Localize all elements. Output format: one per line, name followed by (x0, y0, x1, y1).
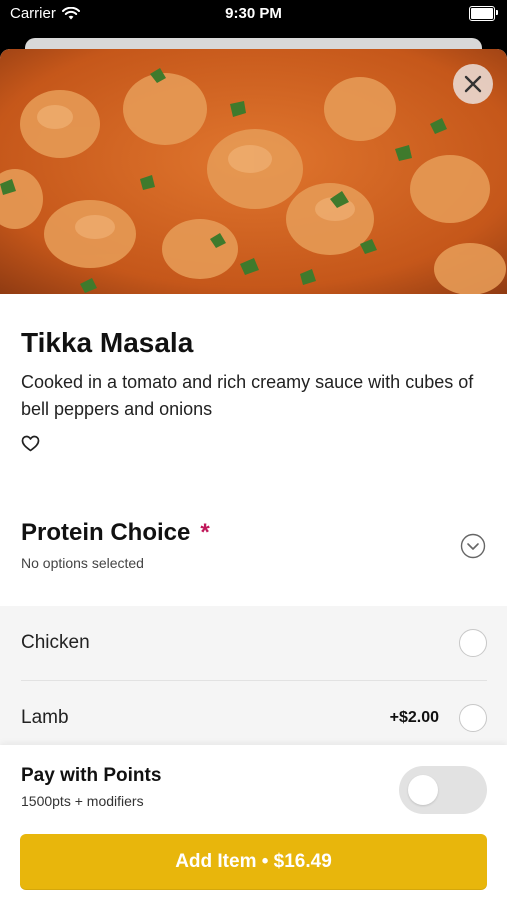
option-radio[interactable] (459, 629, 487, 657)
add-item-button[interactable]: Add Item • $16.49 (20, 834, 487, 890)
item-detail-sheet: Tikka Masala Cooked in a tomato and rich… (0, 49, 507, 900)
option-chicken[interactable]: Chicken (0, 606, 507, 681)
dish-photo (0, 49, 507, 294)
option-label: Lamb (21, 707, 69, 728)
close-button[interactable] (453, 64, 493, 104)
protein-choice-title: Protein Choice (21, 519, 191, 546)
protein-options-list: Chicken Lamb +$2.00 (0, 606, 507, 766)
option-price: +$2.00 (389, 709, 439, 726)
status-time: 9:30 PM (225, 5, 282, 22)
protein-choice-heading: Protein Choice * (21, 519, 210, 547)
item-title: Tikka Masala (21, 327, 194, 358)
pay-with-points-title: Pay with Points (21, 765, 162, 786)
pay-with-points-subtitle: 1500pts + modifiers (21, 793, 144, 809)
option-label: Chicken (21, 632, 90, 653)
checkout-bar: Pay with Points 1500pts + modifiers Add … (0, 745, 507, 900)
pay-with-points-toggle[interactable] (399, 766, 487, 814)
heart-icon (21, 435, 40, 452)
favorite-button[interactable] (21, 435, 40, 457)
collapse-button[interactable] (460, 533, 486, 564)
item-description: Cooked in a tomato and rich creamy sauce… (21, 372, 474, 419)
close-icon (464, 75, 482, 93)
battery-icon (469, 6, 498, 21)
chevron-down-circle-icon (460, 533, 486, 559)
option-radio[interactable] (459, 704, 487, 732)
status-bar: Carrier 9:30 PM (0, 0, 507, 30)
required-marker: * (200, 519, 210, 546)
protein-choice-status: No options selected (21, 555, 144, 571)
toggle-knob (408, 775, 438, 805)
